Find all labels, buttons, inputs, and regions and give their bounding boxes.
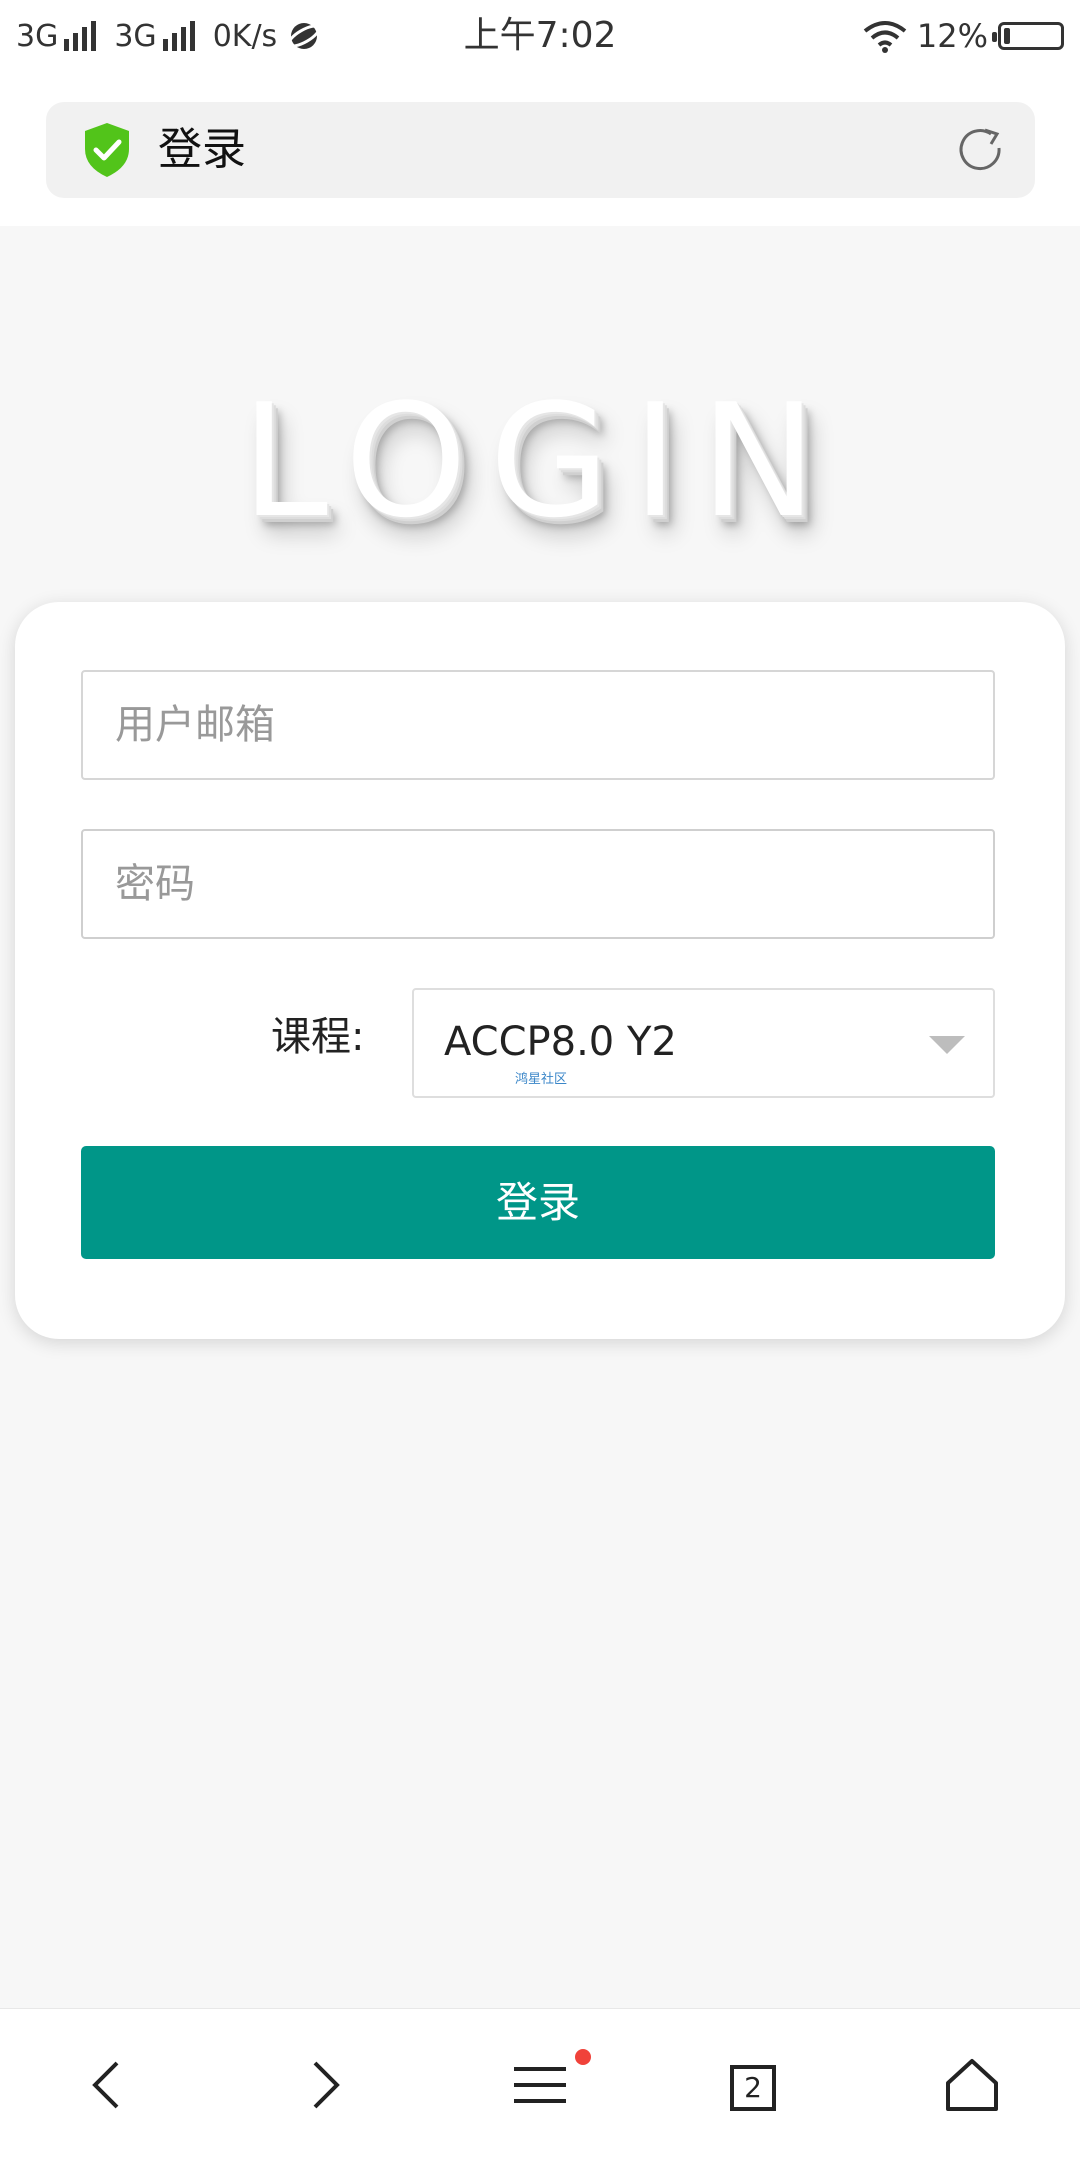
refresh-icon[interactable] — [955, 124, 1007, 176]
course-select-value: ACCP8.0 Y2 — [444, 1019, 677, 1065]
wifi-icon — [863, 21, 907, 53]
dropdown-arrow-icon — [929, 1036, 965, 1054]
tabs-icon[interactable]: 2 — [730, 2065, 776, 2111]
page-title: 登录 — [158, 124, 246, 175]
back-icon[interactable] — [77, 2053, 141, 2117]
forward-icon[interactable] — [291, 2053, 355, 2117]
email-input[interactable]: 用户邮箱 — [81, 670, 995, 780]
browser-toolbar: 登录 — [0, 72, 1080, 226]
menu-icon[interactable] — [508, 2053, 572, 2117]
status-right: 12% — [863, 14, 1064, 58]
login-button[interactable]: 登录 — [81, 1146, 995, 1259]
course-select[interactable]: ACCP8.0 Y2 鸿星社区 — [412, 988, 995, 1098]
notification-dot — [575, 2049, 591, 2065]
battery-icon — [992, 22, 1064, 50]
secure-shield-icon — [85, 123, 129, 177]
address-bar[interactable]: 登录 — [46, 102, 1035, 198]
status-bar: 3G 3G 0K/s 上午7:02 12% — [0, 0, 1080, 72]
bottom-nav: 2 — [0, 2008, 1080, 2161]
home-icon[interactable] — [940, 2053, 1004, 2117]
password-input[interactable]: 密码 — [81, 829, 995, 939]
login-heading: LOGIN — [241, 370, 839, 552]
watermark-text: 鸿星社区 — [515, 1072, 568, 1087]
login-card: 用户邮箱 密码 课程: ACCP8.0 Y2 鸿星社区 登录 — [15, 602, 1065, 1339]
course-label: 课程: — [271, 1014, 365, 1060]
battery-fill — [1004, 28, 1010, 44]
battery-percent: 12% — [916, 17, 988, 55]
